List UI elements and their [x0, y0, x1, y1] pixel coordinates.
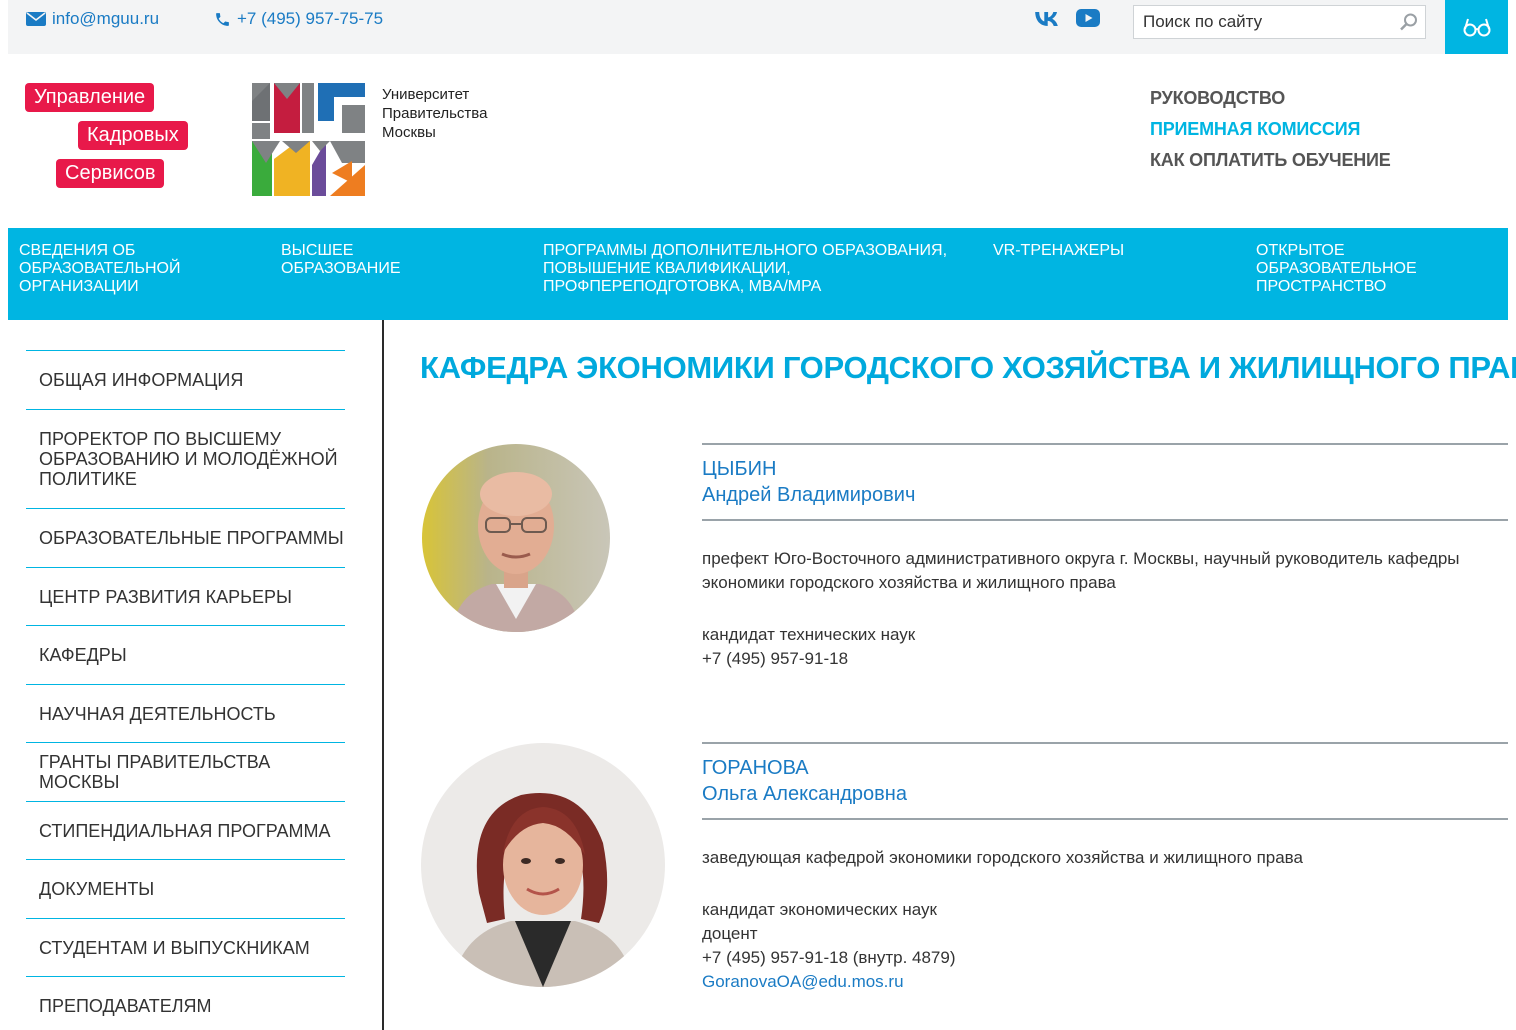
nav-item-organization-info[interactable]: СВЕДЕНИЯ ОБ ОБРАЗОВАТЕЛЬНОЙ ОРГАНИЗАЦИИ [19, 242, 259, 296]
phone-text: +7 (495) 957-75-75 [237, 9, 384, 28]
nav-item-additional-education[interactable]: ПРОГРАММЫ ДОПОЛНИТЕЛЬНОГО ОБРАЗОВАНИЯ, П… [543, 242, 963, 296]
sidebar-item-grants[interactable]: ГРАНТЫ ПРАВИТЕЛЬСТВА МОСКВЫ [26, 742, 345, 801]
sidebar-item-teachers[interactable]: ПРЕПОДАВАТЕЛЯМ [26, 976, 345, 1030]
nav-item-label: VR-ТРЕНАЖЕРЫ [993, 242, 1125, 259]
staff-given-name: Ольга Александровна [702, 783, 907, 805]
nav-item-open-space[interactable]: ОТКРЫТОЕ ОБРАЗОВАТЕЛЬНОЕ ПРОСТРАНСТВО [1256, 242, 1496, 296]
phone-link[interactable]: +7 (495) 957-75-75 [214, 9, 383, 29]
staff-phone: +7 (495) 957-91-18 (внутр. 4879) [702, 948, 956, 967]
search-icon[interactable] [1399, 12, 1419, 32]
vk-icon [1035, 12, 1058, 26]
sidebar-item-scholarship[interactable]: СТИПЕНДИАЛЬНАЯ ПРОГРАММА [26, 801, 345, 859]
envelope-icon [26, 12, 46, 26]
sidebar-item-students[interactable]: СТУДЕНТАМ И ВЫПУСКНИКАМ [26, 918, 345, 976]
glasses-icon [1463, 18, 1490, 37]
sidebar-item-departments[interactable]: КАФЕДРЫ [26, 625, 345, 684]
nav-item-label: ВЫСШЕЕ ОБРАЗОВАНИЕ [281, 242, 401, 277]
staff-degree: кандидат технических наук [702, 625, 916, 644]
staff-details: кандидат технических наук +7 (495) 957-9… [702, 623, 1508, 671]
page-title: КАФЕДРА ЭКОНОМИКИ ГОРОДСКОГО ХОЗЯЙСТВА И… [420, 350, 1516, 385]
staff-card: ГОРАНОВА Ольга Александровна заведующая … [420, 742, 1508, 1002]
sidebar-item-programs[interactable]: ОБРАЗОВАТЕЛЬНЫЕ ПРОГРАММЫ [26, 508, 345, 567]
staff-position: заведующая кафедрой экономики городского… [702, 848, 1303, 867]
nav-item-label: ПРОГРАММЫ ДОПОЛНИТЕЛЬНОГО ОБРАЗОВАНИЯ, П… [543, 242, 948, 295]
university-logo[interactable] [252, 83, 365, 196]
sidebar-item-general-info[interactable]: ОБЩАЯ ИНФОРМАЦИЯ [26, 350, 345, 409]
university-name-line: Правительства [382, 105, 488, 122]
staff-surname: ЦЫБИН [702, 458, 777, 480]
vk-link[interactable] [1035, 10, 1059, 33]
staff-photo [421, 743, 665, 987]
staff-card: ЦЫБИН Андрей Владимирович префект Юго-Во… [420, 443, 1508, 683]
top-links: РУКОВОДСТВО ПРИЕМНАЯ КОМИССИЯ КАК ОПЛАТИ… [1150, 88, 1391, 181]
staff-position: префект Юго-Восточного административного… [702, 549, 1460, 592]
ukcs-logo-line-3: Сервисов [56, 159, 165, 188]
nav-item-vr-trainers[interactable]: VR-ТРЕНАЖЕРЫ [993, 242, 1213, 260]
search-box [1133, 5, 1426, 39]
main-nav: СВЕДЕНИЯ ОБ ОБРАЗОВАТЕЛЬНОЙ ОРГАНИЗАЦИИ … [8, 228, 1508, 320]
university-name: Университет Правительства Москвы [382, 85, 487, 142]
staff-phone: +7 (495) 957-91-18 [702, 649, 849, 668]
nav-item-higher-education[interactable]: ВЫСШЕЕ ОБРАЗОВАНИЕ [281, 242, 501, 278]
email-text: info@mguu.ru [52, 9, 160, 28]
sidebar-menu: ОБЩАЯ ИНФОРМАЦИЯ ПРОРЕКТОР ПО ВЫСШЕМУ ОБ… [26, 350, 345, 1030]
staff-info: ЦЫБИН Андрей Владимирович префект Юго-Во… [702, 443, 1508, 671]
staff-photo [422, 444, 610, 632]
sidebar-item-vice-rector[interactable]: ПРОРЕКТОР ПО ВЫСШЕМУ ОБРАЗОВАНИЮ И МОЛОД… [26, 409, 345, 508]
staff-surname: ГОРАНОВА [702, 757, 809, 779]
staff-info: ГОРАНОВА Ольга Александровна заведующая … [702, 742, 1508, 994]
sidebar-item-documents[interactable]: ДОКУМЕНТЫ [26, 859, 345, 918]
youtube-link[interactable] [1076, 9, 1100, 33]
staff-email-link[interactable]: GoranovaOA@edu.mos.ru [702, 972, 904, 991]
ukcs-logo-line-2: Кадровых [78, 121, 188, 150]
staff-title: доцент [702, 924, 758, 943]
divider [702, 742, 1508, 744]
sidebar-item-research[interactable]: НАУЧНАЯ ДЕЯТЕЛЬНОСТЬ [26, 684, 345, 742]
youtube-icon [1076, 9, 1100, 27]
nav-item-label: ОТКРЫТОЕ ОБРАЗОВАТЕЛЬНОЕ ПРОСТРАНСТВО [1256, 242, 1417, 295]
accessibility-button[interactable] [1445, 0, 1508, 54]
staff-given-name: Андрей Владимирович [702, 484, 916, 506]
payment-link[interactable]: КАК ОПЛАТИТЬ ОБУЧЕНИЕ [1150, 150, 1391, 171]
ukcs-logo-line-1: Управление [25, 83, 155, 112]
email-link[interactable]: info@mguu.ru [26, 9, 159, 29]
divider [702, 818, 1508, 820]
top-bar: info@mguu.ru +7 (495) 957-75-75 [8, 0, 1508, 54]
admissions-link[interactable]: ПРИЕМНАЯ КОМИССИЯ [1150, 119, 1391, 140]
leadership-link[interactable]: РУКОВОДСТВО [1150, 88, 1391, 109]
sidebar: ОБЩАЯ ИНФОРМАЦИЯ ПРОРЕКТОР ПО ВЫСШЕМУ ОБ… [0, 320, 384, 1030]
university-name-line: Университет [382, 86, 470, 103]
staff-degree: кандидат экономических наук [702, 900, 937, 919]
phone-icon [216, 12, 229, 26]
nav-item-label: СВЕДЕНИЯ ОБ ОБРАЗОВАТЕЛЬНОЙ ОРГАНИЗАЦИИ [19, 242, 181, 295]
sidebar-item-career-center[interactable]: ЦЕНТР РАЗВИТИЯ КАРЬЕРЫ [26, 567, 345, 625]
university-name-line: Москвы [382, 124, 436, 141]
staff-details: кандидат экономических наук доцент +7 (4… [702, 898, 1508, 994]
divider [702, 443, 1508, 445]
divider [702, 519, 1508, 521]
search-input[interactable] [1134, 6, 1384, 38]
